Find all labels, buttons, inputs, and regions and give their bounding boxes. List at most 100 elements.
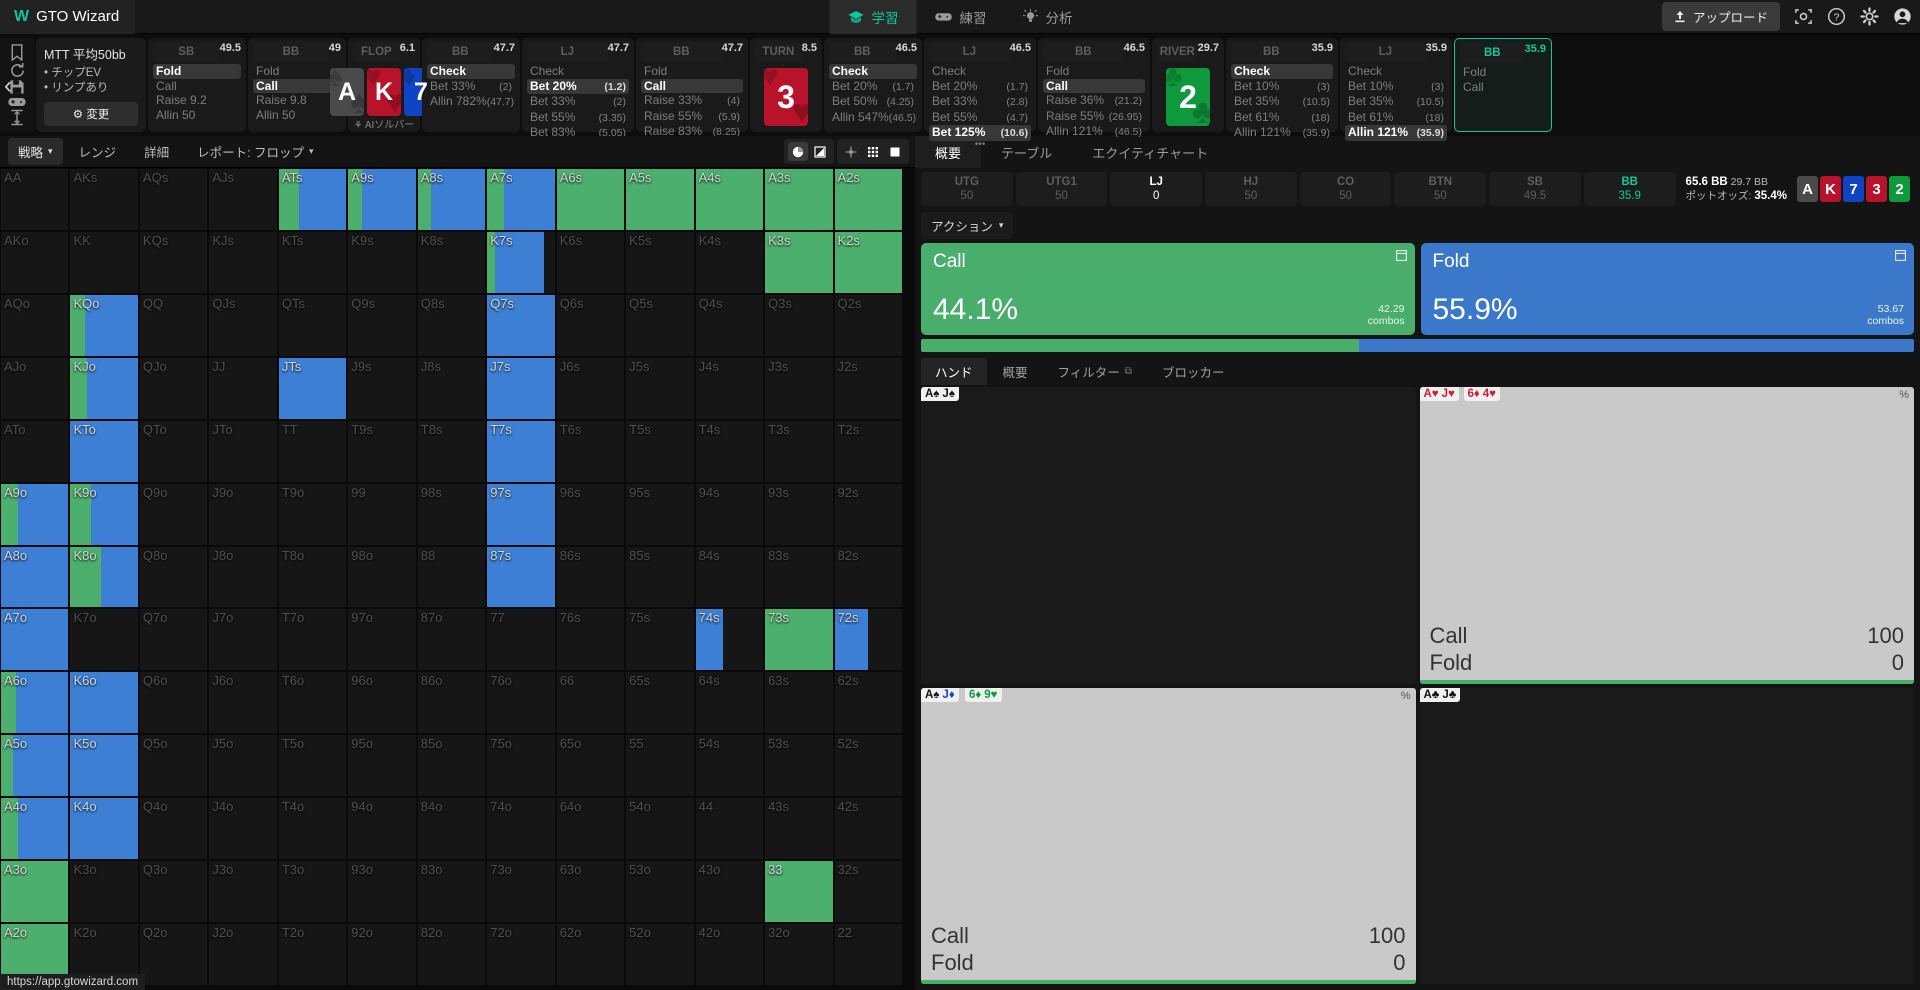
range-cell-Q9s[interactable]: Q9s	[347, 293, 417, 357]
range-cell-ATo[interactable]: ATo	[0, 419, 70, 483]
action-option[interactable]: Check	[1345, 64, 1447, 79]
action-option[interactable]: Check	[929, 64, 1031, 79]
scroll-left-chevron-icon[interactable]: ‹	[4, 72, 12, 100]
action-option[interactable]: Allin 121% (35.9)	[1345, 125, 1447, 141]
range-cell-43o[interactable]: 43o	[694, 860, 765, 924]
range-cell-J2s[interactable]: J2s	[833, 356, 903, 420]
range-cell-K5s[interactable]: K5s	[625, 230, 695, 294]
action-option[interactable]: Bet 50% (4.25)	[829, 94, 917, 110]
range-cell-53s[interactable]: 53s	[764, 734, 834, 798]
range-cell-87o[interactable]: 87o	[416, 608, 487, 672]
range-cell-QJo[interactable]: QJo	[138, 356, 209, 420]
grid-view-icon[interactable]	[863, 142, 883, 161]
position-sb[interactable]: SB 49.5	[1489, 172, 1581, 206]
range-cell-J7s[interactable]: J7s	[486, 356, 556, 420]
range-cell-65s[interactable]: 65s	[625, 671, 695, 735]
solid-view-icon[interactable]	[885, 142, 905, 161]
range-cell-J7o[interactable]: J7o	[208, 608, 278, 672]
action-option[interactable]: Raise 9.8	[253, 93, 341, 108]
range-cell-96o[interactable]: 96o	[347, 671, 417, 735]
action-option[interactable]: Raise 55% (26.95)	[1043, 109, 1145, 125]
range-cell-ATs[interactable]: ATs	[277, 168, 348, 231]
range-cell-AA[interactable]: AA	[0, 168, 70, 231]
range-cell-A3o[interactable]: A3o	[0, 860, 70, 924]
action-option[interactable]: Allin 121% (46.5)	[1043, 124, 1145, 140]
range-cell-T7o[interactable]: T7o	[277, 608, 348, 672]
range-cell-99[interactable]: 99	[347, 482, 417, 546]
range-cell-K4s[interactable]: K4s	[694, 230, 765, 294]
range-cell-T6s[interactable]: T6s	[555, 419, 626, 483]
range-cell-A3s[interactable]: A3s	[764, 168, 834, 231]
range-cell-95o[interactable]: 95o	[347, 734, 417, 798]
card-3h[interactable]: ♥ 3 ♥	[764, 68, 808, 126]
action-option[interactable]: Bet 10% (3)	[1231, 79, 1333, 95]
action-option[interactable]: Check	[427, 64, 515, 79]
range-cell-73s[interactable]: 73s	[764, 608, 834, 672]
range-cell-T5o[interactable]: T5o	[277, 734, 348, 798]
action-option[interactable]: Bet 33% (2)	[427, 79, 515, 95]
action-option[interactable]: Bet 55% (3.35)	[527, 110, 629, 126]
config-card[interactable]: MTT 平均50bb • チップEV • リンプあり ⚙ 変更	[36, 38, 146, 132]
range-cell-93o[interactable]: 93o	[347, 860, 417, 924]
action-option[interactable]: Check	[1231, 64, 1333, 79]
action-option[interactable]: Fold	[641, 64, 743, 79]
range-cell-A8s[interactable]: A8s	[416, 168, 487, 231]
action-option[interactable]: Bet 55% (4.7)	[929, 110, 1031, 126]
range-cell-T8s[interactable]: T8s	[416, 419, 487, 483]
range-cell-33[interactable]: 33	[764, 860, 834, 924]
position-bb[interactable]: BB 35.9	[1583, 172, 1676, 206]
range-cell-44[interactable]: 44	[694, 797, 765, 861]
range-cell-75s[interactable]: 75s	[625, 608, 695, 672]
range-cell-Q7o[interactable]: Q7o	[138, 608, 209, 672]
report-dropdown[interactable]: レポート: フロップ ▾	[185, 138, 325, 165]
range-cell-A6o[interactable]: A6o	[0, 671, 70, 735]
brand[interactable]: W GTO Wizard	[0, 0, 136, 34]
range-cell-T8o[interactable]: T8o	[277, 545, 348, 609]
range-cell-TT[interactable]: TT	[277, 419, 348, 483]
range-cell-A4s[interactable]: A4s	[694, 168, 765, 231]
range-cell-KJs[interactable]: KJs	[208, 230, 278, 294]
range-cell-64s[interactable]: 64s	[694, 671, 765, 735]
range-cell-Q5o[interactable]: Q5o	[138, 734, 209, 798]
tab-hands[interactable]: ハンド	[921, 358, 987, 385]
range-cell-AKs[interactable]: AKs	[69, 168, 139, 231]
range-cell-K6o[interactable]: K6o	[69, 671, 139, 735]
range-cell-JTo[interactable]: JTo	[208, 419, 278, 483]
tab-summary[interactable]: 概要	[989, 358, 1042, 385]
range-cell-72o[interactable]: 72o	[486, 923, 556, 986]
action-option[interactable]: Call	[1043, 78, 1145, 93]
range-cell-K9o[interactable]: K9o	[69, 482, 139, 546]
range-cell-53o[interactable]: 53o	[625, 860, 695, 924]
range-cell-AQs[interactable]: AQs	[138, 168, 209, 231]
range-cell-87s[interactable]: 87s	[486, 545, 556, 609]
range-cell-A5s[interactable]: A5s	[625, 168, 695, 231]
upload-button[interactable]: アップロード	[1661, 2, 1780, 31]
action-option[interactable]: Call	[153, 79, 241, 94]
strategy-card-fold[interactable]: Fold 55.9% 53.67 combos	[1420, 243, 1914, 335]
range-cell-K3s[interactable]: K3s	[764, 230, 834, 294]
range-cell-Q8s[interactable]: Q8s	[416, 293, 487, 357]
range-cell-Q3s[interactable]: Q3s	[764, 293, 834, 357]
hand-cell-2[interactable]: A♠ J♦ 6♦ 9♥% Call 100 Fold 0	[921, 687, 1416, 984]
range-cell-52s[interactable]: 52s	[833, 734, 903, 798]
action-option[interactable]: Raise 9.2	[153, 93, 241, 108]
range-cell-QTo[interactable]: QTo	[138, 419, 209, 483]
range-cell-K4o[interactable]: K4o	[69, 797, 139, 861]
range-cell-Q4s[interactable]: Q4s	[694, 293, 765, 357]
range-cell-KTo[interactable]: KTo	[69, 419, 139, 483]
range-cell-K6s[interactable]: K6s	[555, 230, 626, 294]
range-cell-K7s[interactable]: K7s	[486, 230, 556, 294]
range-cell-J5s[interactable]: J5s	[625, 356, 695, 420]
range-cell-T9s[interactable]: T9s	[347, 419, 417, 483]
board-card-Kh[interactable]: K	[1820, 176, 1841, 202]
range-cell-K3o[interactable]: K3o	[69, 860, 139, 924]
range-cell-Q2s[interactable]: Q2s	[833, 293, 903, 357]
range-cell-42o[interactable]: 42o	[694, 923, 765, 986]
range-cell-J5o[interactable]: J5o	[208, 734, 278, 798]
range-cell-K2s[interactable]: K2s	[833, 230, 903, 294]
position-lj[interactable]: LJ 0	[1110, 172, 1203, 206]
range-cell-Q7s[interactable]: Q7s	[486, 293, 556, 357]
range-cell-T9o[interactable]: T9o	[277, 482, 348, 546]
range-cell-AKo[interactable]: AKo	[0, 230, 70, 294]
hand-cell-0[interactable]: A♠ J♠	[921, 387, 1416, 684]
